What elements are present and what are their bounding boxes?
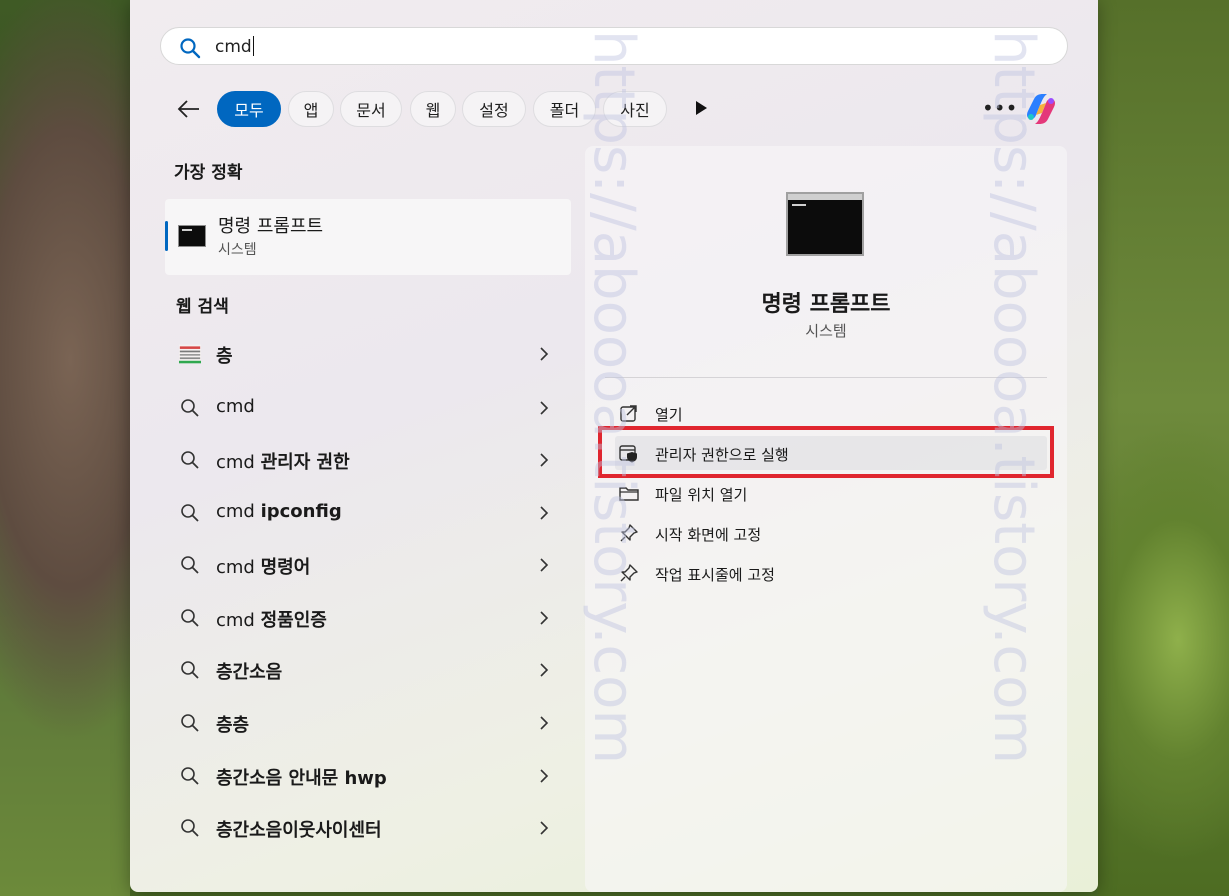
wallpaper-right — [1098, 0, 1229, 896]
command-prompt-icon — [178, 225, 206, 247]
chevron-right-icon — [540, 401, 549, 415]
web-result-label: cmd — [216, 396, 255, 417]
building-thumbnail-icon — [179, 344, 201, 364]
search-icon — [181, 767, 199, 785]
text-caret — [252, 36, 254, 56]
search-icon — [181, 609, 199, 627]
command-prompt-large-icon — [786, 192, 864, 256]
best-match-name: 명령 프롬프트 — [218, 216, 324, 237]
web-result-item[interactable]: 층간소음 — [165, 644, 571, 696]
web-result-label: 층간소음 — [216, 662, 283, 683]
filter-chip-documents[interactable]: 문서 — [340, 91, 402, 127]
action-label: 관리자 권한으로 실행 — [655, 446, 789, 464]
action-label: 시작 화면에 고정 — [655, 526, 762, 544]
watermark-text: https://aboooa.tistory.com — [581, 30, 646, 764]
chevron-right-icon — [540, 716, 549, 730]
watermark-text: https://aboooa.tistory.com — [981, 30, 1046, 764]
search-icon — [180, 38, 201, 59]
web-result-label: 층층 — [216, 715, 250, 736]
search-icon — [181, 661, 199, 679]
search-icon — [181, 504, 199, 522]
back-arrow-icon[interactable] — [176, 96, 202, 122]
web-result-label: cmd 명령어 — [216, 557, 311, 578]
more-filters-play-icon[interactable] — [694, 100, 708, 116]
web-result-item[interactable]: cmd — [165, 382, 571, 434]
web-result-item[interactable]: 층간소음이웃사이센터 — [165, 802, 571, 854]
best-match-result[interactable]: 명령 프롬프트 시스템 — [165, 199, 571, 275]
action-label: 작업 표시줄에 고정 — [655, 566, 775, 584]
web-search-heading: 웹 검색 — [176, 297, 229, 317]
action-label: 열기 — [655, 406, 683, 424]
chevron-right-icon — [540, 347, 549, 361]
chevron-right-icon — [540, 769, 549, 783]
search-icon — [181, 556, 199, 574]
chevron-right-icon — [540, 453, 549, 467]
web-result-item[interactable]: cmd ipconfig — [165, 487, 571, 539]
web-result-item[interactable]: cmd 관리자 권한 — [165, 434, 571, 486]
search-icon — [181, 819, 199, 837]
action-label: 파일 위치 열기 — [655, 486, 748, 504]
web-result-label: cmd 관리자 권한 — [216, 452, 350, 473]
filter-chip-web[interactable]: 웹 — [410, 91, 456, 127]
wallpaper-left — [0, 0, 130, 896]
chevron-right-icon — [540, 663, 549, 677]
web-result-label: cmd 정품인증 — [216, 610, 327, 631]
filter-chip-apps[interactable]: 앱 — [288, 91, 334, 127]
search-query: cmd — [215, 36, 254, 57]
chevron-right-icon — [540, 506, 549, 520]
chevron-right-icon — [540, 821, 549, 835]
search-icon — [181, 399, 199, 417]
web-result-label: 층간소음 안내문 hwp — [216, 768, 387, 789]
best-match-heading: 가장 정확 — [174, 163, 243, 183]
filter-chip-settings[interactable]: 설정 — [462, 91, 526, 127]
web-result-item[interactable]: cmd 명령어 — [165, 539, 571, 591]
web-result-item[interactable]: 층 — [165, 328, 571, 380]
best-match-subtitle: 시스템 — [218, 242, 257, 258]
chevron-right-icon — [540, 611, 549, 625]
search-icon — [181, 451, 199, 469]
chevron-right-icon — [540, 558, 549, 572]
filter-chip-all[interactable]: 모두 — [217, 91, 281, 127]
web-result-item[interactable]: 층간소음 안내문 hwp — [165, 750, 571, 802]
web-result-label: cmd ipconfig — [216, 501, 342, 522]
web-result-item[interactable]: 층층 — [165, 697, 571, 749]
search-icon — [181, 714, 199, 732]
web-result-label: 층 — [216, 346, 233, 367]
web-result-label: 층간소음이웃사이센터 — [216, 820, 382, 841]
selection-indicator — [165, 221, 168, 251]
web-result-item[interactable]: cmd 정품인증 — [165, 592, 571, 644]
